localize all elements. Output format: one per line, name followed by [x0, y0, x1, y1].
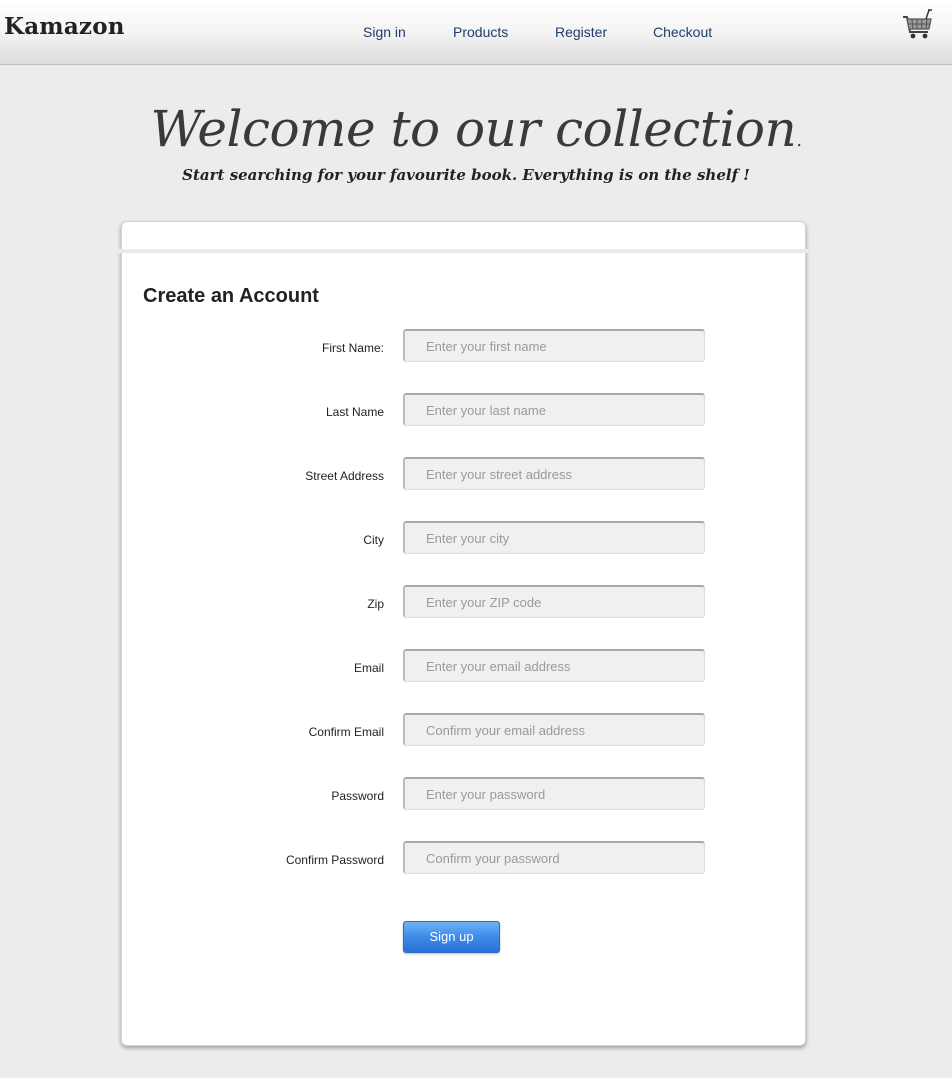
card-divider [116, 249, 811, 253]
form-title: Create an Account [143, 285, 319, 307]
confirm-email-label: Confirm Email [308, 725, 384, 739]
shopping-cart-icon[interactable] [902, 8, 934, 40]
password-field[interactable] [403, 777, 705, 810]
hero-title-period: . [796, 130, 802, 151]
nav-sign-in[interactable]: Sign in [363, 24, 406, 40]
top-bar: Kamazon Sign in Products Register Checko… [0, 0, 952, 65]
zip-field[interactable] [403, 585, 705, 618]
street-address-label: Street Address [305, 469, 384, 483]
main-nav: Sign in Products Register Checkout [0, 24, 952, 44]
confirm-email-field[interactable] [403, 713, 705, 746]
first-name-label: First Name: [321, 341, 384, 355]
city-field[interactable] [403, 521, 705, 554]
registration-card: Create an Account First Name: Last Name … [116, 221, 811, 1046]
city-label: City [363, 533, 384, 547]
hero-title-text: Welcome to our collection [150, 100, 797, 158]
email-field[interactable] [403, 649, 705, 682]
last-name-field[interactable] [403, 393, 705, 426]
sign-up-button[interactable]: Sign up [403, 921, 500, 953]
last-name-label: Last Name [325, 405, 384, 419]
nav-products[interactable]: Products [453, 24, 508, 40]
confirm-password-field[interactable] [403, 841, 705, 874]
hero-title: Welcome to our collection. [0, 100, 952, 158]
email-label: Email [353, 661, 384, 675]
street-address-field[interactable] [403, 457, 705, 490]
confirm-password-label: Confirm Password [285, 853, 384, 867]
zip-label: Zip [367, 597, 384, 611]
password-label: Password [331, 789, 384, 803]
nav-register[interactable]: Register [555, 24, 607, 40]
nav-checkout[interactable]: Checkout [653, 24, 712, 40]
hero-subtitle: Start searching for your favourite book.… [182, 166, 750, 184]
first-name-field[interactable] [403, 329, 705, 362]
